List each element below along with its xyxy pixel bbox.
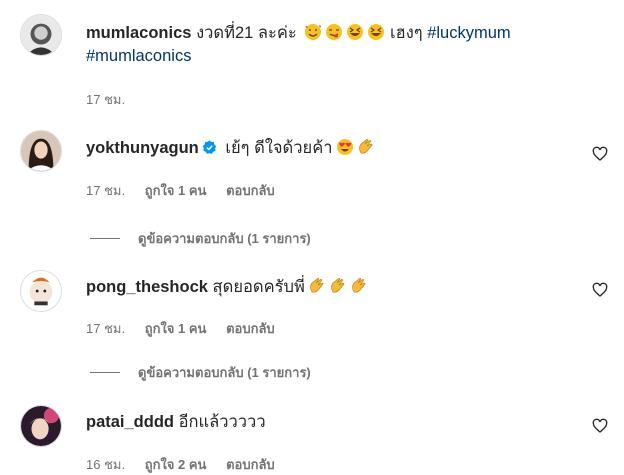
comment-2-view-replies-label: ดูข้อความตอบกลับ (1 รายการ) [138, 365, 311, 380]
comment-1-like-heart-icon[interactable] [592, 146, 608, 162]
emoji-clapping-hands-icon [329, 277, 347, 301]
emoji-clapping-hands-icon [308, 277, 326, 301]
emoji-face-savoring-food-icon [325, 23, 343, 47]
emoji-grinning-squinting-face-icon [367, 23, 385, 47]
comment-2-view-replies[interactable]: ดูข้อความตอบกลับ (1 รายการ) [90, 362, 311, 383]
caption-line-2: #mumlaconics [86, 45, 191, 67]
avatar-mumlaconics[interactable] [20, 14, 62, 56]
avatar-patai-dddd[interactable] [20, 405, 62, 447]
caption-username[interactable]: mumlaconics [86, 24, 191, 42]
comment-2-line: pong_theshock สุดยอดครับพี่ [86, 276, 368, 301]
comment-1-reply-button[interactable]: ตอบกลับ [226, 183, 275, 198]
hashtag-mumlaconics[interactable]: #mumlaconics [86, 47, 191, 65]
comment-1-line: yokthunyagun เย้ๆ ดีใจด้วยค้า [86, 137, 375, 162]
comment-3-username[interactable]: patai_dddd [86, 413, 174, 431]
comment-3-line: patai_dddd อีกแล้ววววว [86, 411, 266, 433]
hashtag-luckymum[interactable]: #luckymum [427, 24, 510, 42]
caption-meta: 17 ชม. [86, 89, 141, 110]
comment-2-reply-button[interactable]: ตอบกลับ [226, 321, 275, 336]
caption-text-after: เฮงๆ [389, 24, 423, 42]
comment-3-like-heart-icon[interactable] [592, 418, 608, 434]
avatar-yokthunyagun[interactable] [20, 130, 62, 172]
caption-time[interactable]: 17 ชม. [86, 92, 125, 107]
comment-1-likes[interactable]: ถูกใจ 1 คน [145, 183, 207, 198]
comment-1-username[interactable]: yokthunyagun [86, 139, 199, 157]
emoji-clapping-hands-icon [357, 138, 375, 162]
caption-text: งวดที่21 ละค่ะ [196, 24, 297, 42]
comment-2-likes[interactable]: ถูกใจ 1 คน [145, 321, 207, 336]
comment-3-text: อีกแล้ววววว [178, 413, 266, 431]
comment-2-text: สุดยอดครับพี่ [212, 278, 305, 296]
caption-line: mumlaconics งวดที่21 ละค่ะ เฮงๆ #luckymu… [86, 22, 511, 47]
comment-1-time[interactable]: 17 ชม. [86, 183, 125, 198]
comment-1-text: เย้ๆ ดีใจด้วยค้า [225, 139, 333, 157]
verified-badge-icon [202, 139, 217, 161]
comment-2-like-heart-icon[interactable] [592, 282, 608, 298]
comment-2-meta: 17 ชม. ถูกใจ 1 คน ตอบกลับ [86, 318, 291, 339]
comment-2-time[interactable]: 17 ชม. [86, 321, 125, 336]
emoji-clapping-hands-icon [350, 277, 368, 301]
divider-dash [90, 238, 120, 239]
comment-1-view-replies-label: ดูข้อความตอบกลับ (1 รายการ) [138, 231, 311, 246]
avatar-pong-theshock[interactable] [20, 270, 62, 312]
comment-1-view-replies[interactable]: ดูข้อความตอบกลับ (1 รายการ) [90, 228, 311, 249]
emoji-smiling-face-with-hearts-icon [304, 23, 322, 47]
emoji-heart-eyes-icon [336, 138, 354, 162]
comment-2-username[interactable]: pong_theshock [86, 278, 208, 296]
emoji-grinning-squinting-face-icon [346, 23, 364, 47]
divider-dash [90, 372, 120, 373]
comment-1-meta: 17 ชม. ถูกใจ 1 คน ตอบกลับ [86, 180, 291, 201]
comment-3-meta: 16 ชม. ถูกใจ 2 คน ตอบกลับ [86, 454, 291, 475]
